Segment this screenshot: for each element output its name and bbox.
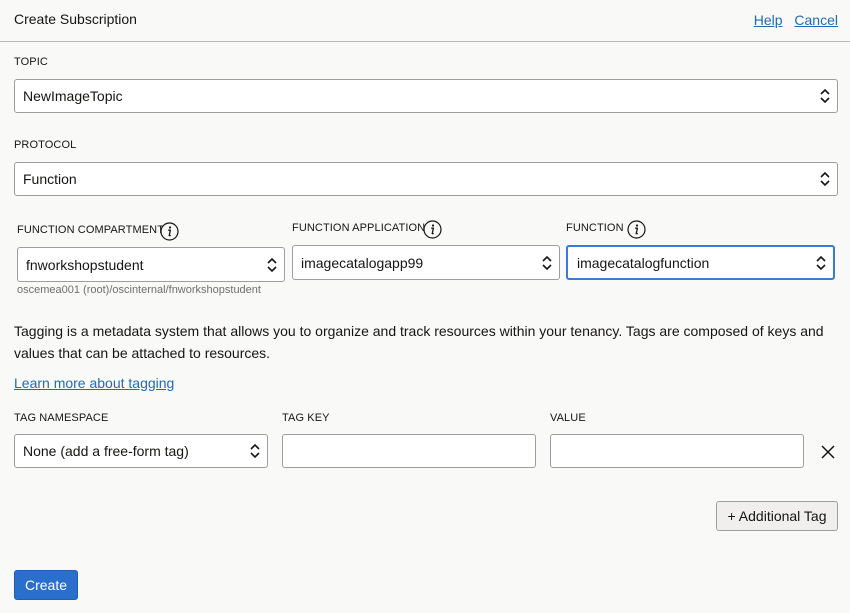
protocol-label: PROTOCOL — [14, 139, 77, 151]
chevron-updown-icon — [820, 171, 830, 187]
tagging-description: Tagging is a metadata system that allows… — [14, 323, 824, 361]
info-icon[interactable] — [627, 220, 646, 239]
chevron-updown-icon — [267, 257, 277, 272]
header-links: Help Cancel — [746, 12, 838, 28]
topic-select[interactable]: NewImageTopic — [14, 79, 838, 113]
tag-key-input[interactable] — [282, 434, 536, 468]
help-link[interactable]: Help — [754, 12, 783, 28]
topic-value: NewImageTopic — [23, 88, 123, 104]
protocol-value: Function — [23, 171, 77, 187]
chevron-updown-icon — [250, 443, 260, 459]
function-compartment-value: fnworkshopstudent — [26, 256, 144, 273]
function-label: FUNCTION — [566, 222, 624, 234]
page-title: Create Subscription — [14, 11, 137, 27]
tag-value-label: VALUE — [550, 412, 586, 424]
info-icon[interactable] — [423, 220, 442, 239]
close-icon[interactable] — [820, 444, 836, 460]
chevron-updown-icon — [820, 88, 830, 104]
tag-namespace-value: None (add a free-form tag) — [23, 443, 189, 459]
create-button[interactable]: Create — [14, 570, 78, 600]
tag-namespace-label: TAG NAMESPACE — [14, 412, 109, 424]
topic-label: TOPIC — [14, 56, 48, 68]
tag-namespace-select[interactable]: None (add a free-form tag) — [14, 434, 268, 468]
function-application-value: imagecatalogapp99 — [301, 254, 424, 271]
function-compartment-label: FUNCTION COMPARTMENT — [17, 224, 165, 236]
additional-tag-button[interactable]: + Additional Tag — [716, 501, 838, 531]
function-application-select[interactable]: imagecatalogapp99 — [292, 245, 560, 280]
function-compartment-select[interactable]: fnworkshopstudent — [17, 247, 285, 282]
chevron-updown-icon — [816, 255, 826, 270]
info-icon[interactable] — [160, 222, 179, 241]
dialog-header: Create Subscription Help Cancel — [0, 0, 850, 42]
cancel-link[interactable]: Cancel — [794, 12, 838, 28]
chevron-updown-icon — [542, 255, 552, 270]
function-application-label: FUNCTION APPLICATION — [292, 222, 426, 234]
function-select[interactable]: imagecatalogfunction — [566, 245, 835, 280]
compartment-path-hint: oscemea001 (root)/oscinternal/fnworkshop… — [17, 284, 261, 296]
function-value: imagecatalogfunction — [577, 254, 710, 271]
learn-more-tagging-link[interactable]: Learn more about tagging — [14, 375, 174, 391]
protocol-select[interactable]: Function — [14, 162, 838, 196]
tag-value-input[interactable] — [550, 434, 804, 468]
tag-key-label: TAG KEY — [282, 412, 330, 424]
